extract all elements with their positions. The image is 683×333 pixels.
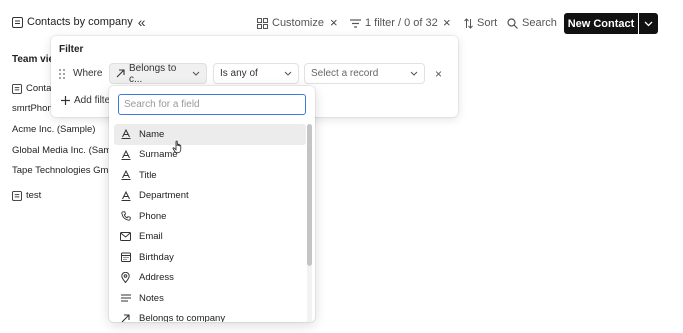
field-option-birthday[interactable]: Birthday bbox=[114, 247, 306, 268]
relation-icon bbox=[120, 313, 131, 322]
sort-label: Sort bbox=[477, 17, 498, 29]
field-option-surname[interactable]: Surname bbox=[114, 145, 306, 166]
value-select[interactable]: Select a record bbox=[304, 63, 425, 84]
email-icon bbox=[120, 231, 131, 242]
text-icon bbox=[120, 129, 131, 140]
new-contact-button[interactable]: New Contact bbox=[564, 13, 638, 34]
sidebar-company-item[interactable]: Tape Technologies Gm bbox=[12, 165, 108, 176]
sidebar-company-item[interactable]: smrtPhon bbox=[12, 103, 53, 114]
operator-select[interactable]: Is any of bbox=[213, 63, 299, 84]
field-select-value: Belongs to c... bbox=[129, 62, 177, 85]
drag-handle-icon[interactable] bbox=[58, 68, 66, 80]
chevron-down-icon bbox=[192, 71, 200, 76]
text-icon bbox=[120, 170, 131, 181]
page-title-group: Contacts by company « bbox=[12, 15, 146, 29]
field-option-label: Belongs to company bbox=[139, 313, 226, 322]
field-options-list: Name Surname Title Department Phone Emai… bbox=[114, 124, 306, 322]
field-option-label: Birthday bbox=[139, 251, 174, 263]
plus-icon bbox=[61, 96, 70, 105]
hand-cursor-icon bbox=[172, 140, 184, 154]
customize-icon bbox=[257, 17, 268, 29]
field-option-label: Department bbox=[139, 190, 189, 202]
view-icon bbox=[12, 190, 22, 201]
filter-button[interactable]: 1 filter / 0 of 32 bbox=[350, 15, 438, 31]
search-label: Search bbox=[522, 17, 557, 29]
team-views-heading: Team vie bbox=[12, 54, 55, 65]
field-option-label: Email bbox=[139, 231, 163, 243]
chevron-down-icon bbox=[284, 71, 292, 76]
sidebar-company-label: smrtPhon bbox=[12, 103, 53, 114]
add-filter-button[interactable]: Add filte bbox=[61, 95, 110, 106]
sidebar-view-item[interactable]: test bbox=[12, 190, 41, 201]
sidebar-company-item[interactable]: Global Media Inc. (Sam bbox=[12, 145, 111, 156]
sidebar-company-item[interactable]: Acme Inc. (Sample) bbox=[12, 124, 95, 135]
text-icon bbox=[120, 190, 131, 201]
text-icon bbox=[120, 149, 131, 160]
search-icon bbox=[507, 17, 518, 29]
view-icon bbox=[12, 83, 22, 94]
field-option-label: Title bbox=[139, 169, 157, 181]
add-filter-label: Add filte bbox=[74, 95, 111, 106]
calendar-icon bbox=[120, 252, 131, 263]
field-option-title[interactable]: Title bbox=[114, 165, 306, 186]
chevron-down-icon bbox=[410, 71, 418, 76]
sidebar-company-label: Acme Inc. (Sample) bbox=[12, 124, 96, 135]
filter-heading: Filter bbox=[59, 44, 84, 55]
customize-button[interactable]: Customize bbox=[257, 15, 324, 31]
field-picker-dropdown: Name Surname Title Department Phone Emai… bbox=[109, 86, 315, 322]
clear-filter-icon[interactable]: × bbox=[443, 15, 451, 31]
collapse-sidebar-icon[interactable]: « bbox=[138, 15, 146, 29]
field-option-phone[interactable]: Phone bbox=[114, 206, 306, 227]
sort-icon bbox=[464, 17, 473, 29]
sort-button[interactable]: Sort bbox=[464, 15, 497, 31]
customize-label: Customize bbox=[272, 17, 324, 29]
field-option-name[interactable]: Name bbox=[114, 124, 306, 145]
field-option-notes[interactable]: Notes bbox=[114, 288, 306, 309]
search-button[interactable]: Search bbox=[507, 15, 557, 31]
field-option-label: Address bbox=[139, 272, 174, 284]
page-title: Contacts by company bbox=[27, 16, 133, 28]
relation-icon bbox=[116, 69, 125, 78]
field-option-belongs-to-company[interactable]: Belongs to company bbox=[114, 309, 306, 322]
field-option-label: Name bbox=[139, 128, 165, 140]
filter-icon bbox=[350, 18, 361, 28]
sidebar-company-label: Global Media Inc. (Sam bbox=[12, 145, 112, 156]
filter-count-label: 1 filter / 0 of 32 bbox=[365, 17, 438, 29]
sidebar-company-label: Tape Technologies Gm bbox=[12, 165, 109, 176]
operator-select-value: Is any of bbox=[220, 68, 258, 79]
location-icon bbox=[120, 272, 131, 284]
sidebar-view-label: test bbox=[26, 190, 42, 201]
dropdown-scrollbar[interactable] bbox=[307, 124, 312, 266]
view-icon bbox=[12, 16, 23, 28]
sidebar-view-item[interactable]: Contac bbox=[12, 83, 56, 94]
field-select[interactable]: Belongs to c... bbox=[109, 62, 207, 85]
field-search-input[interactable] bbox=[118, 94, 306, 115]
field-option-department[interactable]: Department bbox=[114, 186, 306, 207]
notes-icon bbox=[120, 293, 131, 304]
field-option-address[interactable]: Address bbox=[114, 268, 306, 289]
field-option-label: Phone bbox=[139, 210, 167, 222]
new-contact-menu-button[interactable] bbox=[639, 13, 658, 34]
where-label: Where bbox=[73, 68, 103, 79]
phone-icon bbox=[120, 211, 131, 222]
close-customize-icon[interactable]: × bbox=[330, 15, 338, 31]
field-option-label: Notes bbox=[139, 292, 164, 304]
dropdown-scroll-track[interactable] bbox=[307, 266, 312, 322]
value-select-placeholder: Select a record bbox=[311, 68, 379, 79]
chevron-down-icon bbox=[644, 21, 653, 27]
remove-filter-icon[interactable]: × bbox=[435, 67, 442, 81]
field-option-email[interactable]: Email bbox=[114, 227, 306, 248]
